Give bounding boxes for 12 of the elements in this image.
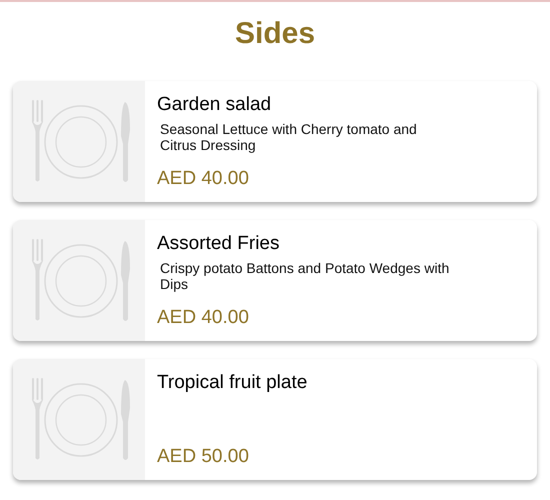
menu-item-card[interactable]: Tropical fruit plate AED 50.00: [13, 359, 537, 480]
item-price: AED 40.00: [157, 168, 250, 190]
item-name: Tropical fruit plate: [157, 371, 308, 395]
menu-item-card[interactable]: Assorted Fries Crispy potato Battons and Potato Wedges with Dips AED 40.00: [13, 220, 537, 341]
item-name: Assorted Fries: [157, 232, 280, 256]
menu-item-card[interactable]: Garden salad Seasonal Lettuce with Cherry tomato and Citrus Dressing AED 40.00: [13, 81, 537, 202]
page-title: Sides: [234, 16, 316, 52]
item-price: AED 50.00: [157, 446, 250, 468]
item-price: AED 40.00: [157, 307, 250, 329]
item-name: Garden salad: [157, 93, 272, 117]
item-description: Crispy potato Battons and Potato Wedges with Dips: [159, 260, 450, 292]
item-description: Seasonal Lettuce with Cherry tomato and Citrus Dressing: [159, 121, 418, 153]
